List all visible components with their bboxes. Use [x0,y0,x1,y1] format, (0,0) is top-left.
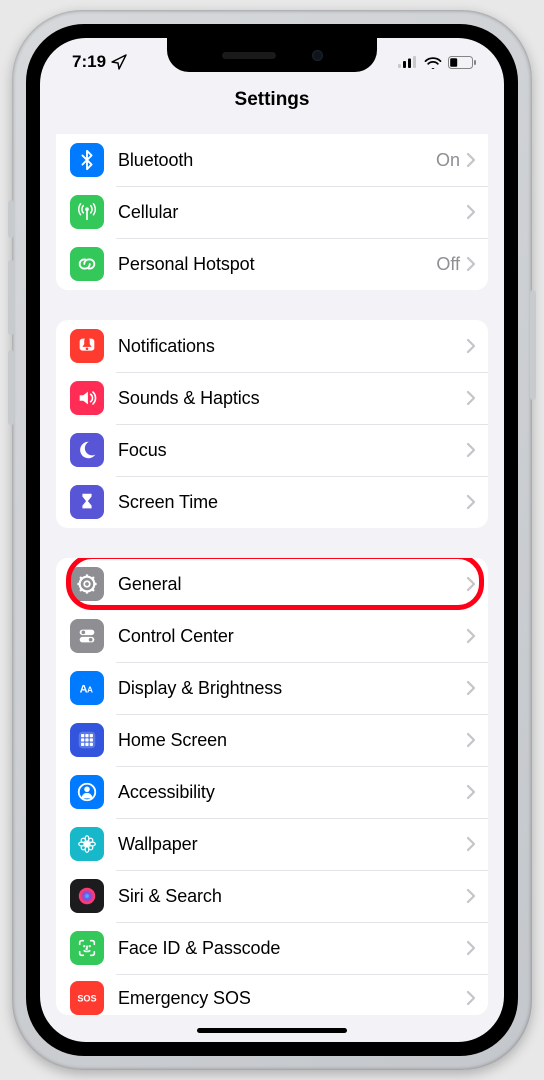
chevron-right-icon [466,256,476,272]
chevron-right-icon [466,990,476,1006]
link-icon [70,247,104,281]
settings-row-personal-hotspot[interactable]: Personal Hotspot Off [56,238,488,290]
chevron-right-icon [466,152,476,168]
battery-icon [448,56,476,69]
row-label: Wallpaper [118,834,466,855]
chevron-right-icon [466,888,476,904]
speaker-icon [70,381,104,415]
location-arrow-icon [111,54,127,70]
settings-row-display[interactable]: AA Display & Brightness [56,662,488,714]
chevron-right-icon [466,204,476,220]
chevron-right-icon [466,628,476,644]
settings-row-faceid[interactable]: Face ID & Passcode [56,922,488,974]
settings-group: Notifications Sounds & Haptics Focus Scr… [56,320,488,528]
row-label: Personal Hotspot [118,254,436,275]
settings-row-wallpaper[interactable]: Wallpaper [56,818,488,870]
row-label: Face ID & Passcode [118,938,466,959]
row-label: Siri & Search [118,886,466,907]
chevron-right-icon [466,836,476,852]
settings-row-sounds[interactable]: Sounds & Haptics [56,372,488,424]
gear-icon [70,567,104,601]
page-title: Settings [235,89,310,110]
chevron-right-icon [466,576,476,592]
bluetooth-icon [70,143,104,177]
bell-icon [70,329,104,363]
settings-row-accessibility[interactable]: Accessibility [56,766,488,818]
flower-icon [70,827,104,861]
settings-row-home-screen[interactable]: Home Screen [56,714,488,766]
settings-row-siri[interactable]: Siri & Search [56,870,488,922]
row-value: On [436,150,460,171]
row-label: General [118,574,466,595]
settings-row-screentime[interactable]: Screen Time [56,476,488,528]
moon-icon [70,433,104,467]
row-label: Bluetooth [118,150,436,171]
settings-row-control-center[interactable]: Control Center [56,610,488,662]
person-icon [70,775,104,809]
row-label: Display & Brightness [118,678,466,699]
chevron-right-icon [466,940,476,956]
row-label: Notifications [118,336,466,357]
settings-group: General Control Center AA Display & Brig… [56,558,488,1015]
row-value: Off [436,254,460,275]
svg-text:SOS: SOS [77,994,96,1004]
settings-row-sos[interactable]: SOS Emergency SOS [56,974,488,1015]
row-label: Cellular [118,202,466,223]
chevron-right-icon [466,784,476,800]
sos-icon: SOS [70,981,104,1015]
home-indicator[interactable] [197,1028,347,1033]
chevron-right-icon [466,732,476,748]
chevron-right-icon [466,338,476,354]
row-label: Emergency SOS [118,988,466,1009]
row-label: Screen Time [118,492,466,513]
row-label: Focus [118,440,466,461]
antenna-icon [70,195,104,229]
switches-icon [70,619,104,653]
settings-row-notifications[interactable]: Notifications [56,320,488,372]
svg-text:A: A [87,686,93,695]
cell-signal-icon [398,56,418,68]
status-time: 7:19 [72,52,106,72]
row-label: Control Center [118,626,466,647]
faceid-icon [70,931,104,965]
row-label: Sounds & Haptics [118,388,466,409]
siri-icon [70,879,104,913]
chevron-right-icon [466,442,476,458]
chevron-right-icon [466,390,476,406]
settings-row-focus[interactable]: Focus [56,424,488,476]
settings-group: Bluetooth On Cellular Personal Hotspot O… [56,134,488,290]
settings-row-cellular[interactable]: Cellular [56,186,488,238]
row-label: Home Screen [118,730,466,751]
settings-row-bluetooth[interactable]: Bluetooth On [56,134,488,186]
grid-icon [70,723,104,757]
aa-icon: AA [70,671,104,705]
settings-list[interactable]: Bluetooth On Cellular Personal Hotspot O… [40,134,504,1042]
row-label: Accessibility [118,782,466,803]
chevron-right-icon [466,494,476,510]
nav-bar: Settings [40,86,504,125]
hourglass-icon [70,485,104,519]
chevron-right-icon [466,680,476,696]
notch [167,38,377,72]
settings-row-general[interactable]: General [56,558,488,610]
wifi-icon [424,56,442,69]
